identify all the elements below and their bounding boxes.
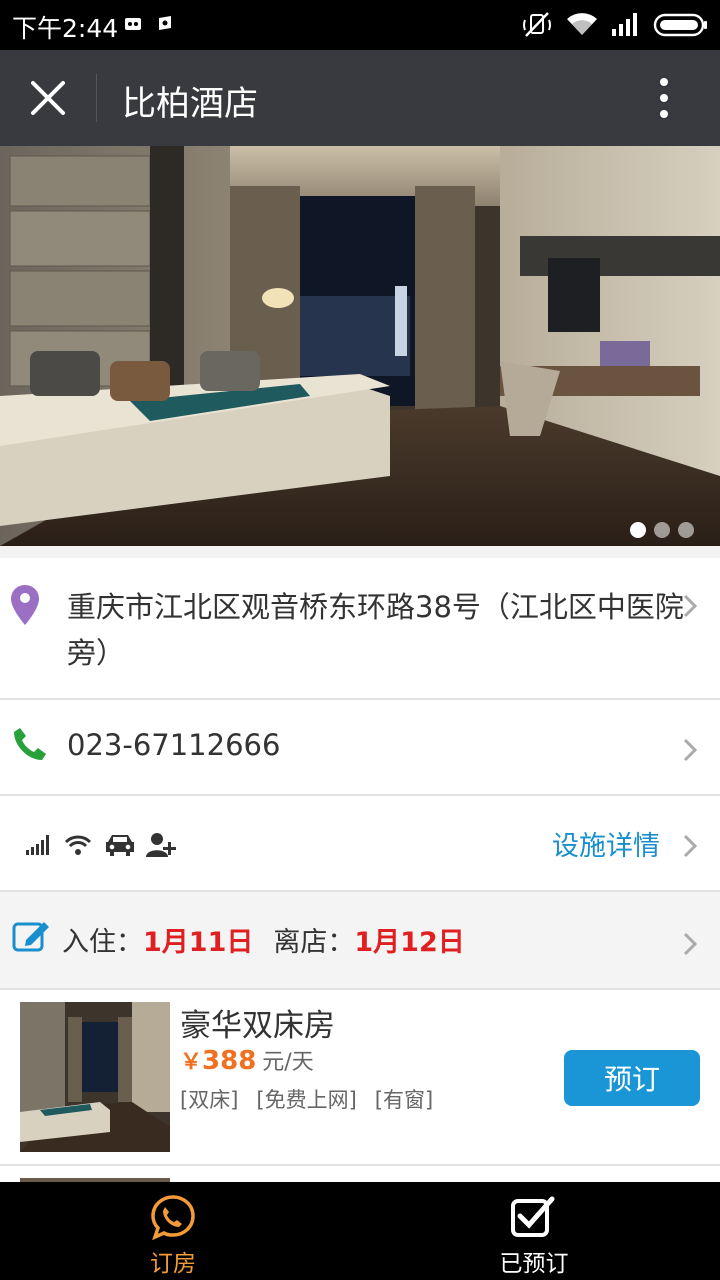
facilities-detail-link[interactable]: 设施详情 bbox=[552, 824, 660, 863]
chat-phone-icon bbox=[151, 1195, 195, 1240]
chevron-right-icon bbox=[683, 834, 698, 858]
address-row[interactable]: 重庆市江北区观音桥东环路38号（江北区中医院旁） bbox=[0, 558, 720, 700]
room-thumbnail bbox=[20, 1002, 170, 1152]
room-tag: [双床] bbox=[180, 1088, 239, 1112]
phone-row[interactable]: 023-67112666 bbox=[0, 700, 720, 796]
price-currency: ￥ bbox=[180, 1050, 203, 1075]
room-tag: [有窗] bbox=[374, 1088, 434, 1112]
location-pin-icon bbox=[11, 585, 39, 625]
room-name: 豪华双床房 bbox=[180, 1008, 335, 1044]
phone-icon bbox=[14, 728, 46, 760]
stay-dates-row[interactable]: 入住：1月11日 离店：1月12日 bbox=[0, 892, 720, 990]
phone-number: 023-67112666 bbox=[67, 728, 281, 762]
price-value: 388 bbox=[202, 1046, 257, 1076]
room-price: ￥388 元/天 bbox=[180, 1044, 314, 1076]
page-title: 比柏酒店 bbox=[122, 84, 258, 124]
nav-item-booked[interactable]: 已预订 bbox=[360, 1182, 720, 1280]
status-bar: 下午2:44 bbox=[0, 0, 720, 50]
more-vertical-icon[interactable] bbox=[644, 72, 684, 124]
title-divider bbox=[96, 74, 97, 122]
carousel-dot-active[interactable] bbox=[630, 522, 646, 538]
section-gap bbox=[0, 546, 720, 558]
notification-icon bbox=[125, 18, 141, 30]
room-tags: [双床] [免费上网] [有窗] bbox=[180, 1084, 451, 1114]
price-unit: 元/天 bbox=[262, 1050, 314, 1075]
close-icon[interactable] bbox=[20, 70, 76, 126]
signal-icon bbox=[612, 13, 637, 36]
nav-label: 已预订 bbox=[499, 1251, 569, 1277]
battery-icon bbox=[653, 13, 707, 37]
notification-icon bbox=[159, 16, 171, 30]
checkout-date: 1月12日 bbox=[354, 927, 465, 958]
signal-icon bbox=[26, 835, 49, 855]
carousel-dot[interactable] bbox=[678, 522, 694, 538]
checkout-label: 离店： bbox=[273, 927, 355, 958]
address-text: 重庆市江北区观音桥东环路38号（江北区中医院旁） bbox=[67, 590, 684, 670]
mute-icon bbox=[523, 12, 551, 37]
checkbox-icon bbox=[511, 1196, 555, 1237]
book-button[interactable]: 预订 bbox=[564, 1050, 700, 1106]
nav-label: 订房 bbox=[150, 1251, 196, 1277]
carousel-dot[interactable] bbox=[654, 522, 670, 538]
room-tag: [免费上网] bbox=[256, 1088, 357, 1112]
chevron-right-icon bbox=[683, 932, 698, 956]
edit-icon bbox=[12, 922, 49, 952]
facilities-row[interactable]: 设施详情 bbox=[0, 796, 720, 892]
wifi-icon bbox=[567, 13, 597, 35]
title-bar: 比柏酒店 bbox=[0, 50, 720, 146]
stay-dates: 入住：1月11日 离店：1月12日 bbox=[62, 920, 465, 959]
chevron-right-icon bbox=[683, 738, 698, 762]
hero-room-photo bbox=[0, 146, 720, 546]
hero-carousel[interactable] bbox=[0, 146, 720, 546]
wifi-icon bbox=[64, 835, 92, 855]
room-card[interactable]: 豪华双床房 ￥388 元/天 [双床] [免费上网] [有窗] 预订 bbox=[0, 990, 720, 1166]
add-user-icon bbox=[146, 833, 176, 857]
room-card-partial[interactable] bbox=[0, 1166, 720, 1182]
chevron-right-icon bbox=[683, 594, 698, 618]
parking-car-icon bbox=[106, 835, 134, 856]
checkin-date: 1月11日 bbox=[143, 927, 254, 958]
bottom-nav: 订房 已预订 bbox=[0, 1182, 720, 1280]
status-time: 下午2:44 bbox=[12, 14, 119, 43]
nav-item-book-room[interactable]: 订房 bbox=[0, 1182, 360, 1280]
checkin-label: 入住： bbox=[62, 927, 143, 958]
